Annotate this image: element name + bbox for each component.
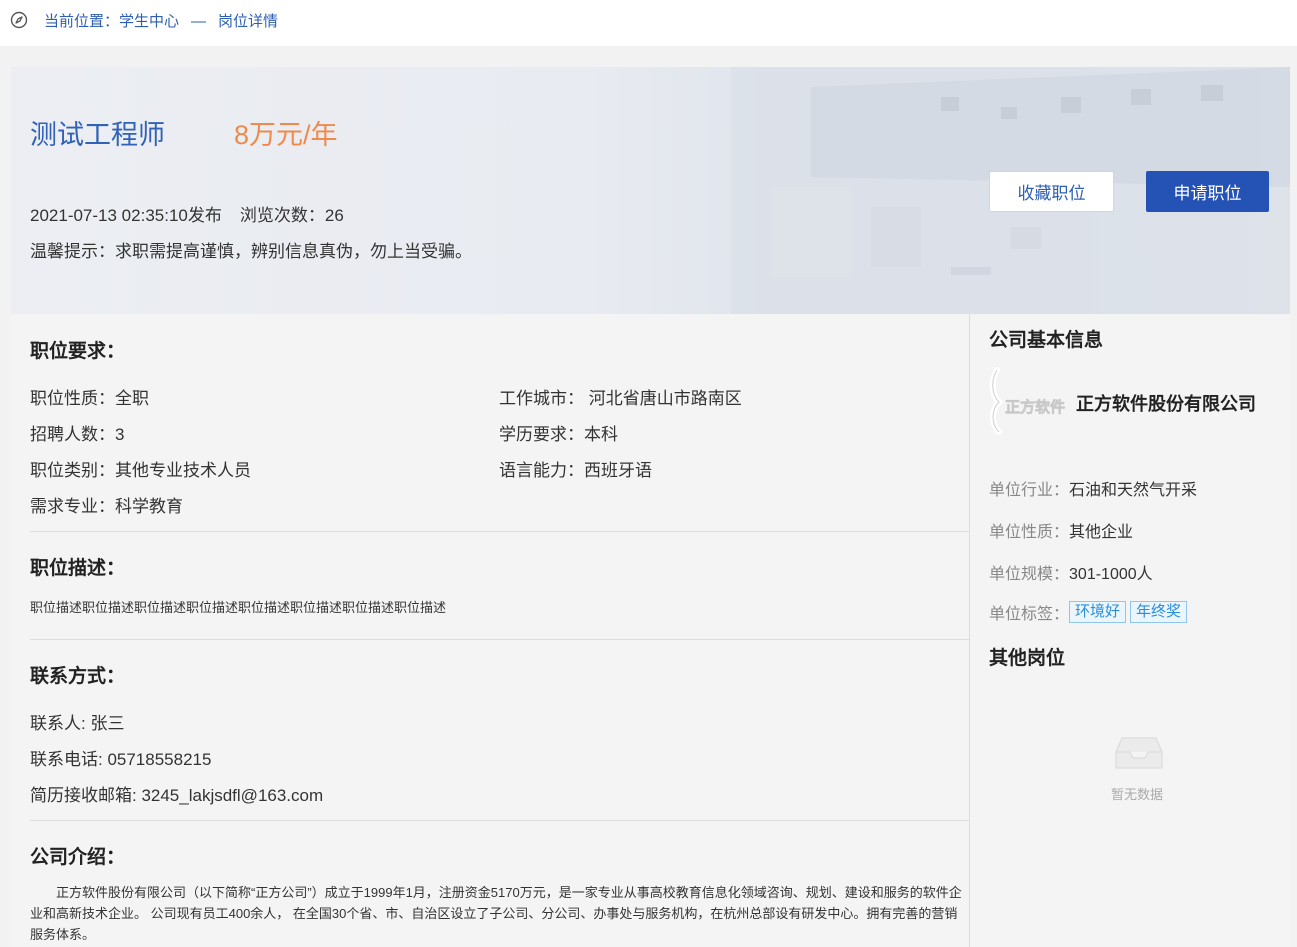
job-category: 职位类别：其他专业技术人员 (30, 461, 251, 480)
logo-text: 正方软件 (1005, 398, 1065, 416)
job-meta: 2021-07-13 02:35:10发布 浏览次数：26 (30, 201, 344, 226)
job-title: 测试工程师 (30, 120, 165, 150)
job-detail-main: 职位要求： 职位性质：全职 工作城市： 河北省唐山市路南区 招聘人数：3 学历要… (11, 314, 969, 947)
publish-time: 2021-07-13 02:35:10发布 (30, 206, 222, 225)
scale-label: 单位规模： (989, 566, 1070, 583)
resume-email: 简历接收邮箱: 3245_lakjsdfl@163.com (30, 786, 324, 805)
company-sidebar: 公司基本信息 正方软件 正方软件股份有限公司 单位行业：石油和天然气开采 单位性… (970, 314, 1290, 947)
breadcrumb-student-center[interactable]: 当前位置：学生中心 (44, 13, 179, 30)
job-header: 测试工程师 8万元/年 2021-07-13 02:35:10发布 浏览次数：26… (11, 67, 1290, 314)
breadcrumb-current: 岗位详情 (218, 13, 279, 30)
company-intro-heading: 公司介绍： (30, 847, 126, 868)
other-jobs-heading: 其他岗位 (989, 648, 1066, 669)
job-nature: 职位性质：全职 (30, 389, 149, 408)
requirements-heading: 职位要求： (30, 341, 126, 362)
industry-value: 石油和天然气开采 (1069, 482, 1198, 499)
tags-label: 单位标签： (989, 606, 1070, 623)
language-ability: 语言能力：西班牙语 (499, 461, 652, 480)
company-scale: 单位规模：301-1000人 (989, 560, 1153, 584)
warning-tip: 温馨提示：求职需提高谨慎，辨别信息真伪，勿上当受骗。 (30, 242, 472, 261)
job-salary: 8万元/年 (234, 120, 338, 150)
tag-badge: 年终奖 (1130, 601, 1188, 623)
breadcrumb-separator: — (191, 13, 207, 30)
breadcrumb-bar: 当前位置：学生中心 — 岗位详情 (0, 0, 1297, 46)
education-requirement: 学历要求：本科 (499, 425, 618, 444)
nature-label: 单位性质： (989, 524, 1070, 541)
job-description: 职位描述职位描述职位描述职位描述职位描述职位描述职位描述职位描述 (30, 600, 447, 615)
contact-heading: 联系方式： (30, 666, 126, 687)
nature-value: 其他企业 (1069, 524, 1134, 541)
company-name[interactable]: 正方软件股份有限公司 (1076, 390, 1256, 416)
company-industry: 单位行业：石油和天然气开采 (989, 476, 1197, 500)
scale-value: 301-1000人 (1069, 566, 1153, 583)
required-major: 需求专业：科学教育 (30, 497, 183, 516)
tag-badge: 环境好 (1069, 601, 1127, 623)
company-info-heading: 公司基本信息 (989, 330, 1104, 351)
favorite-job-button[interactable]: 收藏职位 (989, 171, 1114, 212)
empty-state-text: 暂无数据 (1111, 787, 1164, 802)
description-heading: 职位描述： (30, 558, 126, 579)
divider (30, 820, 969, 821)
divider (30, 531, 969, 532)
apply-job-button[interactable]: 申请职位 (1146, 171, 1269, 212)
hiring-count: 招聘人数：3 (30, 425, 125, 444)
company-tags: 单位标签： 环境好 年终奖 (989, 600, 1191, 624)
work-city: 工作城市： 河北省唐山市路南区 (499, 389, 742, 408)
view-count: 浏览次数：26 (239, 206, 344, 225)
industry-label: 单位行业： (989, 482, 1070, 499)
divider (30, 639, 969, 640)
company-nature: 单位性质：其他企业 (989, 518, 1133, 542)
compass-icon (10, 11, 28, 29)
contact-person: 联系人: 张三 (30, 714, 125, 733)
company-intro-text: 正方软件股份有限公司（以下简称“正方公司”）成立于1999年1月，注册资金517… (30, 885, 962, 942)
contact-phone: 联系电话: 05718558215 (30, 750, 212, 769)
empty-inbox-icon (1115, 737, 1163, 769)
breadcrumb: 当前位置：学生中心 — 岗位详情 (44, 10, 278, 31)
company-logo: 正方软件 (989, 367, 1065, 435)
